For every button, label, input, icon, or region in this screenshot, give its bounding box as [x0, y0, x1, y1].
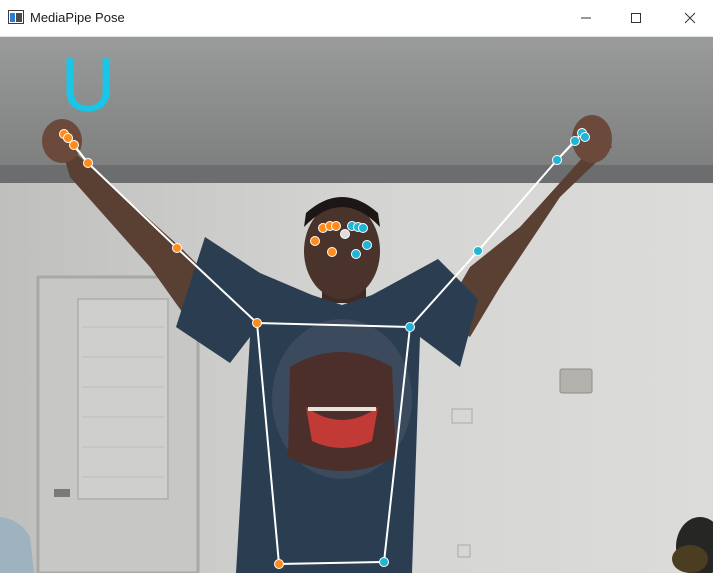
close-button[interactable]	[667, 0, 713, 36]
gesture-label: U	[64, 45, 112, 121]
pose-landmark-left	[274, 559, 284, 569]
pose-landmark-left	[331, 221, 341, 231]
camera-feed: U	[0, 37, 713, 573]
minimize-button[interactable]	[563, 0, 609, 36]
pose-landmark-right	[379, 557, 389, 567]
pose-landmark-right	[358, 223, 368, 233]
pose-landmark-left	[327, 247, 337, 257]
pose-landmark-left	[252, 318, 262, 328]
pose-landmark-right	[405, 322, 415, 332]
wall-outlet	[451, 408, 473, 424]
pose-landmark-left	[172, 243, 182, 253]
pose-landmark-right	[570, 136, 580, 146]
gesture-letter: U	[64, 45, 112, 121]
pose-landmark-nose	[340, 229, 350, 239]
door	[36, 275, 200, 573]
pose-landmark-left	[83, 158, 93, 168]
maximize-button[interactable]	[613, 0, 659, 36]
pose-landmark-right	[362, 240, 372, 250]
pose-landmark-right	[552, 155, 562, 165]
pose-landmark-right	[473, 246, 483, 256]
wall-switch	[559, 368, 593, 394]
pose-landmark-left	[69, 140, 79, 150]
window-title: MediaPipe Pose	[30, 10, 125, 25]
close-icon	[684, 12, 696, 24]
floor-outlet	[457, 544, 471, 558]
pose-landmark-left	[310, 236, 320, 246]
app-window-icon	[8, 10, 24, 24]
app-window: MediaPipe Pose U	[0, 0, 713, 573]
title-bar[interactable]: MediaPipe Pose	[0, 0, 713, 37]
maximize-icon	[631, 13, 641, 23]
pose-landmark-right	[351, 249, 361, 259]
minimize-icon	[581, 17, 591, 19]
pose-landmark-right	[580, 132, 590, 142]
